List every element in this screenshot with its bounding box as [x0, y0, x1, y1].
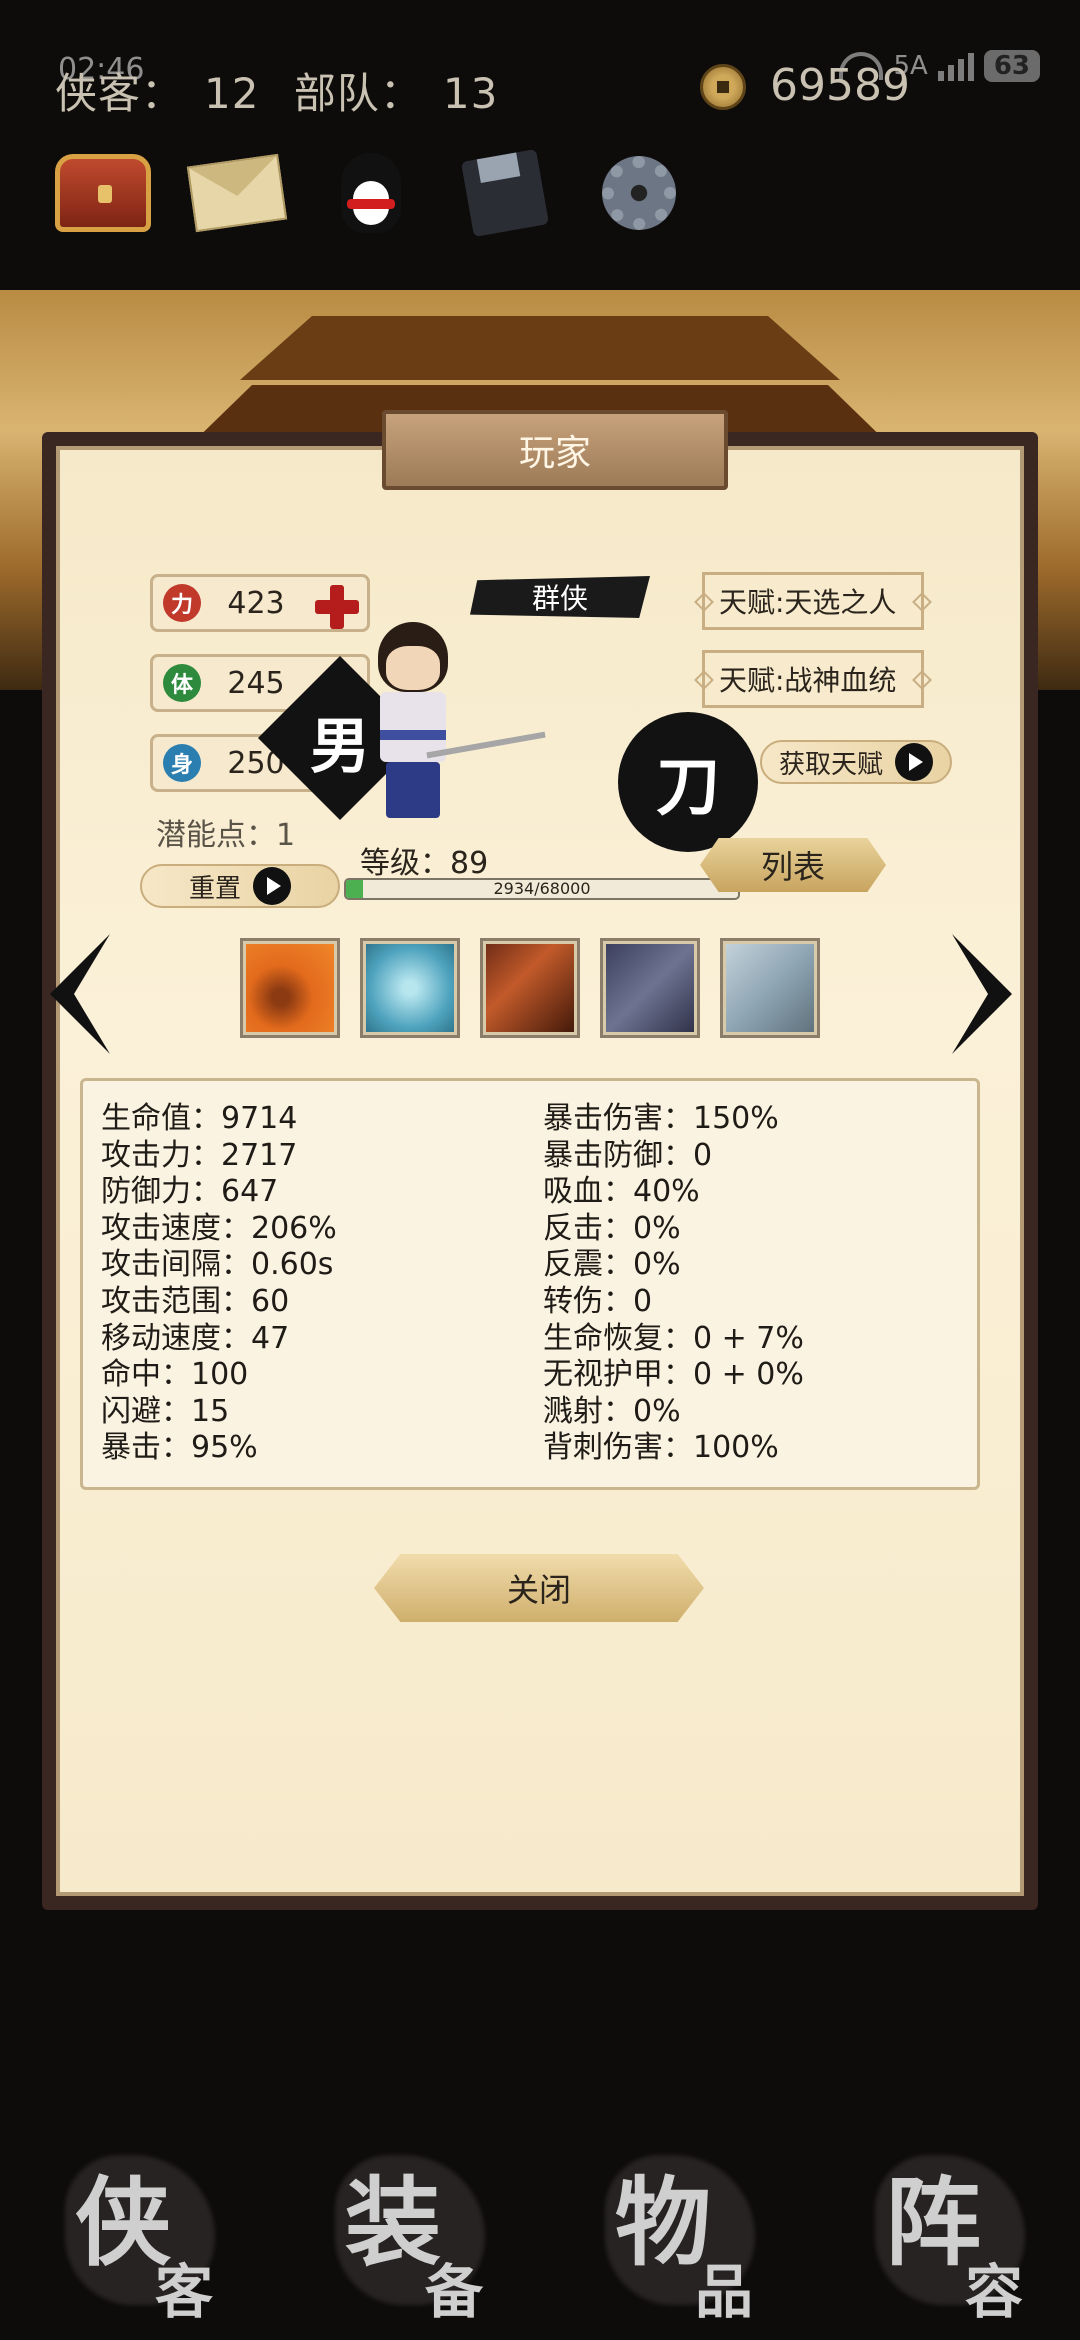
- strength-value: 423: [227, 585, 285, 621]
- skill-slot-4[interactable]: [600, 938, 700, 1038]
- talent-slot-1[interactable]: 天赋:天选之人: [702, 572, 924, 630]
- potential-points: 潜能点：1: [156, 810, 295, 854]
- nav-equipment-char-2: 备: [425, 2258, 484, 2326]
- gold-amount: 69589: [770, 60, 910, 111]
- treasure-chest-icon: [55, 154, 151, 232]
- hero-counts: 侠客： 12 部队： 13: [55, 60, 518, 121]
- level-label: 等级：: [360, 846, 450, 881]
- prev-arrow-icon[interactable]: [50, 934, 110, 1054]
- nav-items-char-2: 品: [695, 2258, 754, 2326]
- settings-button[interactable]: [584, 148, 694, 238]
- play-arrow-icon: [895, 743, 933, 781]
- next-arrow-icon[interactable]: [952, 934, 1012, 1054]
- stat-row: 转伤0: [543, 1284, 804, 1321]
- close-button[interactable]: 关闭: [374, 1554, 704, 1622]
- skill-bar: [240, 938, 820, 1038]
- mail-button[interactable]: [182, 148, 292, 238]
- add-strength-button[interactable]: [315, 585, 359, 629]
- troops-count: 13: [442, 69, 499, 118]
- nav-equipment[interactable]: 装 备: [305, 2135, 505, 2326]
- potential-value: 1: [276, 818, 296, 853]
- qq-penguin-icon: [341, 153, 401, 233]
- stat-row: 生命值9714: [101, 1101, 337, 1138]
- temple-roof: [240, 316, 840, 380]
- battery-level: 63: [983, 50, 1040, 82]
- stats-panel: 生命值9714 攻击力2717 防御力647 攻击速度206% 攻击间隔0.60…: [80, 1078, 980, 1490]
- bottom-nav: 侠 客 装 备 物 品 阵 容: [0, 2120, 1080, 2340]
- stat-row: 反击0%: [543, 1211, 804, 1248]
- reset-button[interactable]: 重置: [140, 864, 340, 908]
- stat-row: 闪避15: [101, 1394, 337, 1431]
- stat-row: 暴击防御0: [543, 1138, 804, 1175]
- save-disk-icon: [460, 148, 550, 238]
- stat-row: 背刺伤害100%: [543, 1430, 804, 1467]
- settings-gear-icon: [602, 156, 676, 230]
- troops-label: 部队：: [293, 69, 423, 118]
- player-dialog: 玩家 力 423 体 245 身 250 潜能点：1 重置 群侠 男 刀 天赋:…: [42, 410, 1038, 1910]
- save-button[interactable]: [450, 148, 560, 238]
- reset-label: 重置: [188, 873, 241, 904]
- stat-row: 暴击伤害150%: [543, 1101, 804, 1138]
- toolbar: [48, 148, 694, 238]
- experience-text: 2934/68000: [493, 879, 591, 898]
- coin-icon: [700, 64, 746, 110]
- signal-icon: [937, 51, 974, 81]
- skill-slot-2[interactable]: [360, 938, 460, 1038]
- stat-row: 反震0%: [543, 1247, 804, 1284]
- strength-emblem-icon: 力: [163, 584, 201, 622]
- stats-left-column: 生命值9714 攻击力2717 防御力647 攻击速度206% 攻击间隔0.60…: [101, 1101, 337, 1467]
- stat-row: 移动速度47: [101, 1321, 337, 1358]
- player-character-sprite: [360, 622, 546, 822]
- player-level: 等级：89: [360, 838, 488, 882]
- stat-row: 攻击速度206%: [101, 1211, 337, 1248]
- player-title-banner: 群侠: [470, 576, 650, 618]
- get-talent-label: 获取天赋: [778, 749, 883, 780]
- level-value: 89: [450, 846, 489, 881]
- nav-heroes-char-2: 客: [155, 2258, 214, 2326]
- qq-button[interactable]: [316, 148, 426, 238]
- stat-row: 攻击力2717: [101, 1138, 337, 1175]
- constitution-value: 245: [227, 665, 285, 701]
- heroes-count: 12: [204, 69, 260, 118]
- stat-row: 溅射0%: [543, 1394, 804, 1431]
- get-talent-button[interactable]: 获取天赋: [760, 740, 952, 784]
- list-button[interactable]: 列表: [700, 838, 886, 892]
- weapon-ink-badge: 刀: [618, 712, 758, 852]
- player-dialog-body: 玩家 力 423 体 245 身 250 潜能点：1 重置 群侠 男 刀 天赋:…: [50, 410, 1024, 1896]
- nav-heroes[interactable]: 侠 客: [35, 2135, 235, 2326]
- mail-icon: [186, 153, 288, 233]
- stat-row: 无视护甲0 + 0%: [543, 1357, 804, 1394]
- skill-slot-1[interactable]: [240, 938, 340, 1038]
- stat-row: 攻击间隔0.60s: [101, 1247, 337, 1284]
- nav-formation-char-2: 容: [965, 2258, 1024, 2326]
- skill-slot-5[interactable]: [720, 938, 820, 1038]
- skill-slot-3[interactable]: [480, 938, 580, 1038]
- attribute-strength: 力 423: [150, 574, 370, 632]
- nav-items[interactable]: 物 品: [575, 2135, 775, 2326]
- constitution-emblem-icon: 体: [163, 664, 201, 702]
- experience-bar: 2934/68000: [344, 878, 740, 900]
- treasure-chest-button[interactable]: [48, 148, 158, 238]
- stat-row: 暴击95%: [101, 1430, 337, 1467]
- nav-formation[interactable]: 阵 容: [845, 2135, 1045, 2326]
- stat-row: 吸血40%: [543, 1174, 804, 1211]
- agility-emblem-icon: 身: [163, 744, 201, 782]
- stat-row: 命中100: [101, 1357, 337, 1394]
- potential-label: 潜能点：: [156, 818, 276, 853]
- stat-row: 生命恢复0 + 7%: [543, 1321, 804, 1358]
- talent-slot-2[interactable]: 天赋:战神血统: [702, 650, 924, 708]
- stat-row: 攻击范围60: [101, 1284, 337, 1321]
- play-arrow-icon: [253, 867, 291, 905]
- dialog-title: 玩家: [382, 410, 728, 490]
- stat-row: 防御力647: [101, 1174, 337, 1211]
- stats-right-column: 暴击伤害150% 暴击防御0 吸血40% 反击0% 反震0% 转伤0 生命恢复0…: [543, 1101, 804, 1467]
- heroes-label: 侠客：: [55, 69, 185, 118]
